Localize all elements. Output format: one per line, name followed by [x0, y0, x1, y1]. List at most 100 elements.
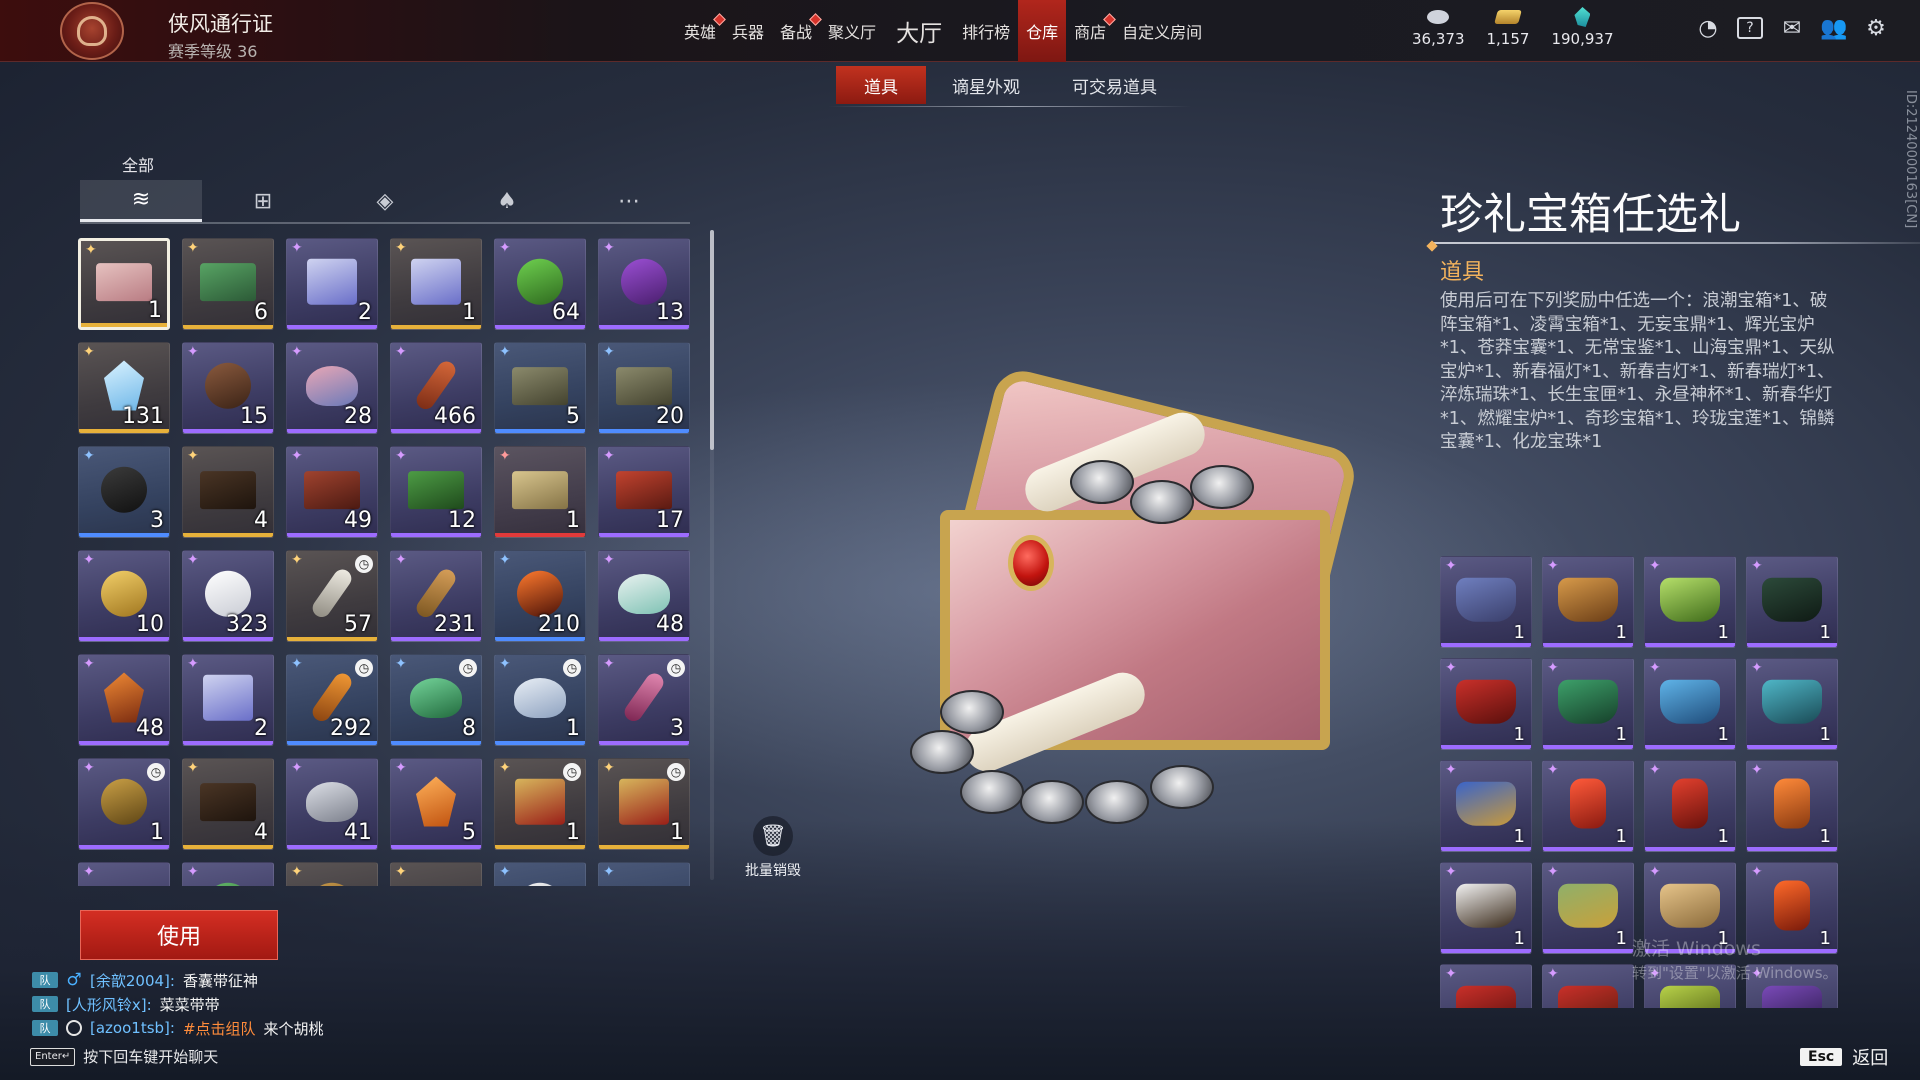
- filter-tab-more[interactable]: ⋯: [568, 180, 690, 222]
- season-pass-emblem[interactable]: [60, 2, 124, 60]
- inventory-slot[interactable]: ✦: [182, 862, 274, 886]
- subtab[interactable]: 谪星外观: [926, 66, 1046, 104]
- currency-item[interactable]: 1,157: [1487, 6, 1529, 60]
- inventory-slot[interactable]: ✦ 1: [390, 238, 482, 330]
- inventory-slot[interactable]: ✦ 3: [78, 446, 170, 538]
- inventory-slot[interactable]: ✦ 12: [390, 446, 482, 538]
- nav-tab[interactable]: 英雄: [676, 0, 726, 62]
- inventory-slot[interactable]: ✦ 4: [182, 758, 274, 850]
- inventory-slot[interactable]: ✦ ◷ 1: [78, 758, 170, 850]
- chat-message[interactable]: 队 [azoo1tsb]: #点击组队 来个胡桃: [32, 1016, 324, 1040]
- inventory-slot[interactable]: ✦ 466: [390, 342, 482, 434]
- inventory-slot[interactable]: ✦ ◷ 1: [598, 758, 690, 850]
- inventory-scrollbar[interactable]: [710, 230, 714, 450]
- season-pass-title[interactable]: 侠风通行证: [168, 8, 273, 38]
- friends-icon[interactable]: 👥: [1820, 14, 1848, 42]
- reward-option[interactable]: ✦ 1: [1542, 658, 1634, 750]
- chat-sender[interactable]: [azoo1tsb]:: [90, 1019, 175, 1037]
- inventory-slot[interactable]: ✦ 131: [78, 342, 170, 434]
- nav-tab[interactable]: 大厅: [884, 0, 954, 62]
- nav-tab[interactable]: 备战: [772, 0, 822, 62]
- inventory-slot[interactable]: ✦ 41: [286, 758, 378, 850]
- reward-option[interactable]: ✦: [1440, 964, 1532, 1008]
- timer-icon[interactable]: ◔: [1694, 14, 1722, 42]
- inventory-scroll-area[interactable]: ✦ 1 ✦ 6 ✦ 2 ✦ 1 ✦ 64 ✦ 13 ✦ 131 ✦ 15 ✦ 28 ✦ 466 ✦ 5 ✦ 20 ✦ 3 ✦ 4 ✦ 49…: [78, 238, 696, 886]
- inventory-slot[interactable]: ✦: [598, 862, 690, 886]
- reward-option[interactable]: ✦ 1: [1746, 658, 1838, 750]
- inventory-slot[interactable]: ✦: [78, 862, 170, 886]
- chat-panel[interactable]: 队 ♂ [余歆2004]: 香囊带征神队 [人形风铃x]: 菜菜带带队 [azoo1tsb]…: [32, 968, 324, 1040]
- filter-tab-layers[interactable]: ≋: [80, 180, 202, 222]
- inventory-slot[interactable]: ✦ 64: [494, 238, 586, 330]
- inventory-slot[interactable]: ✦ ◷ 292: [286, 654, 378, 746]
- filter-tab-pouch[interactable]: ◈: [324, 180, 446, 222]
- inventory-slot[interactable]: ✦ 48: [598, 550, 690, 642]
- reward-option[interactable]: ✦ 1: [1440, 862, 1532, 954]
- inventory-slot[interactable]: ✦ 210: [494, 550, 586, 642]
- team-invite-link[interactable]: #点击组队: [183, 1018, 256, 1039]
- inventory-slot[interactable]: ✦ 10: [78, 550, 170, 642]
- nav-tab[interactable]: 兵器: [724, 0, 772, 62]
- chat-message[interactable]: 队 [人形风铃x]: 菜菜带带: [32, 992, 324, 1016]
- inventory-slot[interactable]: ✦ 49: [286, 446, 378, 538]
- inventory-slot[interactable]: ✦ 323: [182, 550, 274, 642]
- inventory-slot[interactable]: ✦ 20: [598, 342, 690, 434]
- inventory-slot[interactable]: ✦ 5: [494, 342, 586, 434]
- inventory-slot[interactable]: ✦ 231: [390, 550, 482, 642]
- use-button[interactable]: 使用: [80, 910, 278, 960]
- reward-option[interactable]: ✦ 1: [1542, 556, 1634, 648]
- inventory-slot[interactable]: ✦ 48: [78, 654, 170, 746]
- reward-option[interactable]: ✦ 1: [1440, 658, 1532, 750]
- chat-enter-hint[interactable]: Enter↵ 按下回车键开始聊天: [30, 1046, 218, 1067]
- reward-option[interactable]: ✦ 1: [1746, 760, 1838, 852]
- reward-option[interactable]: ✦ 1: [1542, 862, 1634, 954]
- reward-option[interactable]: ✦ 1: [1644, 760, 1736, 852]
- inventory-slot[interactable]: ✦ 15: [182, 342, 274, 434]
- help-icon[interactable]: ?: [1736, 14, 1764, 42]
- currency-item[interactable]: 36,373: [1412, 6, 1465, 60]
- chat-sender[interactable]: [余歆2004]:: [90, 970, 175, 991]
- inventory-slot[interactable]: ✦ 13: [598, 238, 690, 330]
- inventory-slot[interactable]: ✦ ◷ 1: [494, 654, 586, 746]
- reward-option[interactable]: ✦: [1542, 964, 1634, 1008]
- reward-option[interactable]: ✦ 1: [1644, 658, 1736, 750]
- nav-tab[interactable]: 仓库: [1018, 0, 1067, 62]
- inventory-slot[interactable]: ✦ 6: [182, 238, 274, 330]
- inventory-slot[interactable]: ✦: [390, 862, 482, 886]
- batch-destroy-button[interactable]: 🗑 批量销毁: [738, 816, 808, 880]
- inventory-slot[interactable]: ✦ 5: [390, 758, 482, 850]
- inventory-slot[interactable]: ✦ ◷ 3: [598, 654, 690, 746]
- subtab[interactable]: 道具: [836, 66, 926, 104]
- inventory-slot[interactable]: ✦: [494, 862, 586, 886]
- rarity-sparkle-icon: ✦: [83, 344, 95, 360]
- filter-tab-flame[interactable]: ♠: [446, 180, 568, 222]
- reward-option[interactable]: ✦ 1: [1644, 556, 1736, 648]
- chat-message[interactable]: 队 ♂ [余歆2004]: 香囊带征神: [32, 968, 324, 992]
- nav-tab[interactable]: 排行榜: [954, 0, 1018, 62]
- reward-option[interactable]: ✦ 1: [1746, 556, 1838, 648]
- inventory-slot[interactable]: ✦ ◷ 8: [390, 654, 482, 746]
- chat-sender[interactable]: [人形风铃x]:: [66, 994, 152, 1015]
- inventory-slot[interactable]: ✦ 17: [598, 446, 690, 538]
- inventory-slot[interactable]: ✦ 1: [494, 446, 586, 538]
- currency-item[interactable]: 190,937: [1551, 6, 1613, 60]
- mail-icon[interactable]: ✉: [1778, 14, 1806, 42]
- inventory-slot[interactable]: ✦ 4: [182, 446, 274, 538]
- filter-tab-gift[interactable]: ⊞: [202, 180, 324, 222]
- subtab[interactable]: 可交易道具: [1046, 66, 1183, 104]
- nav-tab[interactable]: 聚义厅: [820, 0, 884, 62]
- inventory-slot[interactable]: ✦ 2: [182, 654, 274, 746]
- back-button[interactable]: Esc 返回: [1800, 1044, 1888, 1070]
- inventory-slot[interactable]: ✦ 1: [78, 238, 170, 330]
- inventory-slot[interactable]: ✦ 2: [286, 238, 378, 330]
- settings-icon[interactable]: ⚙: [1862, 14, 1890, 42]
- reward-option[interactable]: ✦ 1: [1440, 556, 1532, 648]
- inventory-slot[interactable]: ✦ ◷ 1: [494, 758, 586, 850]
- inventory-slot[interactable]: ✦: [286, 862, 378, 886]
- nav-tab[interactable]: 自定义房间: [1114, 0, 1210, 62]
- reward-option[interactable]: ✦ 1: [1440, 760, 1532, 852]
- reward-option[interactable]: ✦ 1: [1542, 760, 1634, 852]
- inventory-slot[interactable]: ✦ ◷ 57: [286, 550, 378, 642]
- inventory-slot[interactable]: ✦ 28: [286, 342, 378, 434]
- nav-tab[interactable]: 商店: [1066, 0, 1116, 62]
